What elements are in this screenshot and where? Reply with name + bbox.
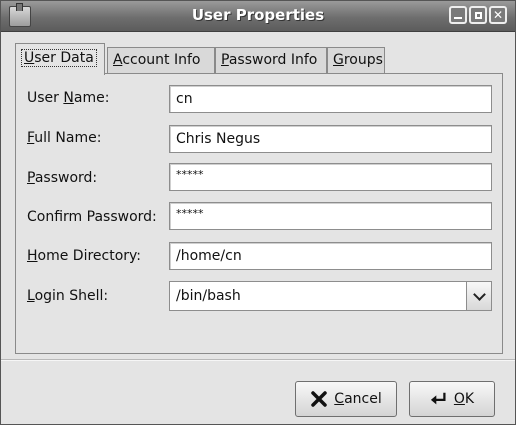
tab-account-info[interactable]: Account Info bbox=[107, 47, 215, 74]
ok-button[interactable]: OK bbox=[409, 381, 495, 417]
close-button[interactable]: ✕ bbox=[489, 6, 507, 24]
tab-password-info[interactable]: Password Info bbox=[215, 47, 327, 74]
separator bbox=[1, 359, 515, 361]
maximize-button[interactable] bbox=[469, 6, 487, 24]
window-title: User Properties bbox=[191, 6, 325, 24]
ok-label: OK bbox=[453, 391, 475, 407]
tab-account-info-label: Account Info bbox=[113, 52, 201, 68]
login-shell-value: /bin/bash bbox=[176, 288, 241, 304]
home-directory-field[interactable]: /home/cn bbox=[169, 242, 492, 270]
cancel-label: Cancel bbox=[334, 391, 382, 407]
tab-user-data-label: User Data bbox=[21, 49, 97, 67]
login-shell-select[interactable]: /bin/bash bbox=[169, 281, 492, 311]
minimize-button[interactable] bbox=[449, 6, 467, 24]
user-name-label: User Name: bbox=[27, 90, 110, 106]
chevron-down-icon bbox=[472, 287, 486, 301]
tab-groups[interactable]: Groups bbox=[327, 47, 385, 74]
cancel-button[interactable]: Cancel bbox=[295, 381, 397, 417]
full-name-field[interactable]: Chris Negus bbox=[169, 125, 492, 153]
home-directory-label: Home Directory: bbox=[27, 248, 142, 264]
full-name-label: Full Name: bbox=[27, 130, 102, 146]
user-properties-window: User Properties ✕ User Data Account Info… bbox=[0, 0, 516, 425]
password-field[interactable]: ***** bbox=[169, 163, 492, 191]
return-arrow-icon bbox=[430, 390, 448, 408]
login-shell-dropdown-button[interactable] bbox=[466, 282, 491, 310]
title-bar[interactable]: User Properties ✕ bbox=[1, 1, 515, 32]
close-icon: ✕ bbox=[492, 8, 504, 22]
minimize-icon bbox=[454, 17, 462, 19]
user-name-field[interactable]: cn bbox=[169, 85, 492, 113]
login-shell-label: Login Shell: bbox=[27, 288, 109, 304]
maximize-icon bbox=[474, 11, 482, 19]
confirm-password-field[interactable]: ***** bbox=[169, 202, 492, 230]
password-label: Password: bbox=[27, 170, 98, 186]
tab-groups-label: Groups bbox=[333, 52, 383, 68]
user-data-panel: User Name: cn Full Name: Chris Negus Pas… bbox=[15, 73, 503, 354]
tab-user-data[interactable]: User Data bbox=[15, 43, 105, 75]
tab-password-info-label: Password Info bbox=[221, 52, 318, 68]
x-icon bbox=[310, 390, 328, 408]
confirm-password-label: Confirm Password: bbox=[27, 209, 157, 225]
